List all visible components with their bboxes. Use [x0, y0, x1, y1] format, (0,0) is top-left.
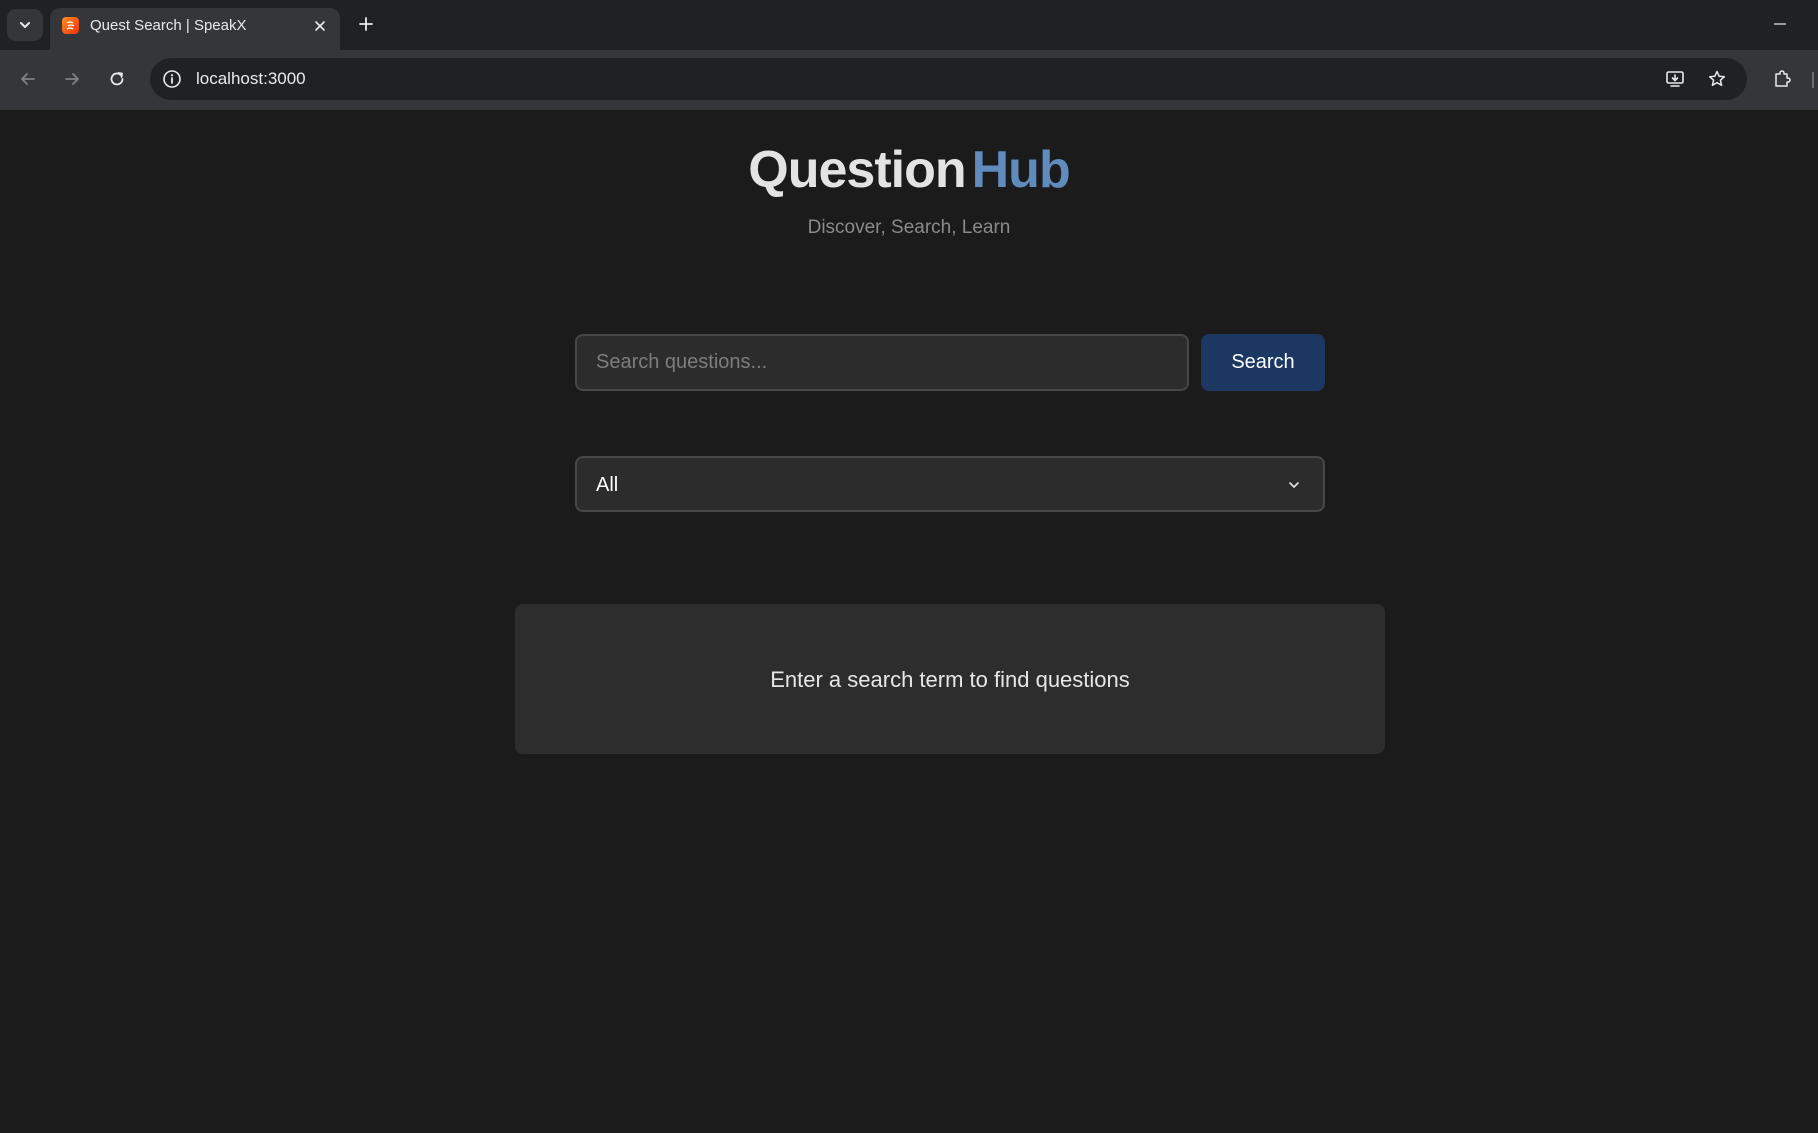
browser-tab-strip: Quest Search | SpeakX: [0, 0, 1818, 50]
select-value: All: [596, 474, 619, 496]
address-bar[interactable]: localhost:3000: [150, 58, 1747, 100]
bookmark-star-icon[interactable]: [1703, 65, 1731, 93]
tab-title: Quest Search | SpeakX: [90, 17, 247, 34]
page-content: Question Hub Discover, Search, Learn Sear…: [0, 110, 1818, 1133]
site-info-icon[interactable]: [158, 65, 186, 93]
toolbar-divider: [1812, 72, 1814, 88]
logo-accent-text: Hub: [971, 141, 1071, 199]
back-arrow-icon[interactable]: [12, 63, 44, 95]
chevron-down-icon: [20, 22, 30, 28]
question-type-select[interactable]: All: [575, 456, 1325, 512]
tab-search-button[interactable]: [7, 9, 43, 41]
tagline: Discover, Search, Learn: [807, 217, 1011, 238]
window-minimize-icon[interactable]: [1768, 12, 1792, 36]
chevron-down-icon: [1285, 476, 1303, 494]
browser-toolbar: localhost:3000: [0, 50, 1818, 110]
new-tab-plus-icon[interactable]: [353, 11, 379, 37]
speakx-favicon-icon: [62, 17, 79, 34]
extensions-puzzle-icon[interactable]: [1766, 63, 1798, 95]
site-logo: Question Hub: [0, 138, 1818, 202]
browser-tab-active[interactable]: Quest Search | SpeakX: [50, 8, 340, 50]
install-app-icon[interactable]: [1661, 65, 1689, 93]
reload-icon[interactable]: [101, 63, 133, 95]
results-empty-state: Enter a search term to find questions: [515, 604, 1385, 754]
search-button[interactable]: Search: [1201, 334, 1325, 391]
forward-arrow-icon[interactable]: [56, 63, 88, 95]
logo-primary-text: Question: [748, 141, 966, 199]
empty-state-message: Enter a search term to find questions: [770, 667, 1130, 692]
search-input[interactable]: [575, 334, 1189, 391]
url-text[interactable]: localhost:3000: [196, 69, 306, 89]
tab-close-icon[interactable]: [310, 16, 330, 36]
